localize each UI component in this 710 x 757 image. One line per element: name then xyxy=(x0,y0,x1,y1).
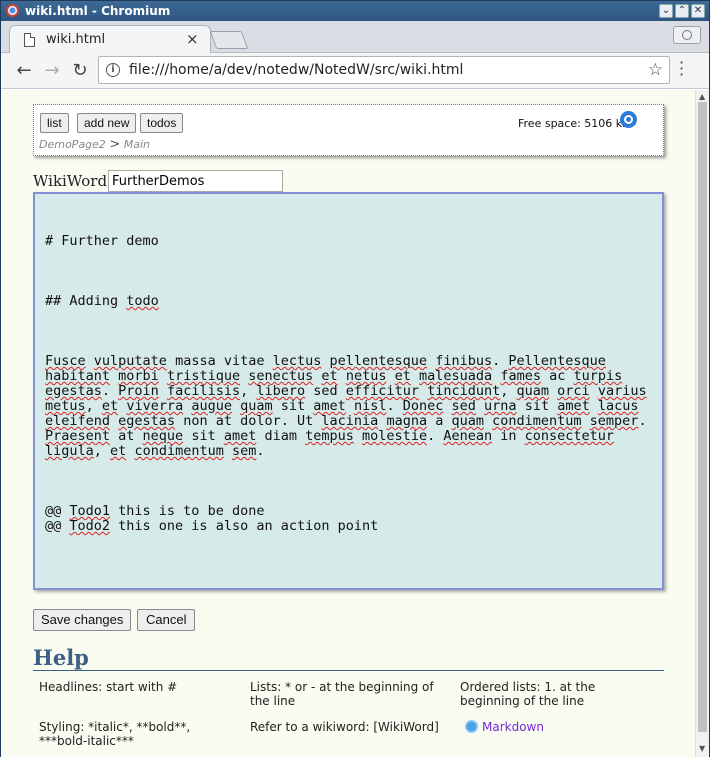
help-heading: Help xyxy=(33,645,664,671)
todo-line: @@ Todo1 this is to be done xyxy=(45,503,265,519)
scroll-up-icon[interactable]: ▲ xyxy=(699,92,705,101)
add-new-button[interactable]: add new xyxy=(77,113,137,133)
markdown-icon xyxy=(465,720,478,733)
page-viewport: list add new todos Free space: 5106 kB D… xyxy=(1,90,695,757)
breadcrumb-current[interactable]: Main xyxy=(124,138,150,151)
help-refer: Refer to a wikiword: [WikiWord] xyxy=(250,720,439,734)
profile-button[interactable] xyxy=(673,26,701,44)
editor-todos: @@ Todo1 this is to be done @@ Todo2 this… xyxy=(45,504,652,534)
back-arrow-icon[interactable]: ← xyxy=(13,60,35,81)
wiki-toolbar: list add new todos Free space: 5106 kB D… xyxy=(33,104,664,156)
help-headlines: Headlines: start with # xyxy=(39,680,178,694)
bookmark-star-icon[interactable]: ☆ xyxy=(648,60,663,80)
markdown-link[interactable]: Markdown xyxy=(482,720,544,734)
url-text[interactable]: file:///home/a/dev/notedw/NotedW/src/wik… xyxy=(129,62,463,78)
tab-title: wiki.html xyxy=(46,32,106,47)
close-icon[interactable]: ✕ xyxy=(691,4,705,18)
list-button[interactable]: list xyxy=(40,113,69,133)
avatar-icon xyxy=(682,30,692,40)
cancel-button[interactable]: Cancel xyxy=(137,609,196,631)
menu-dots-icon[interactable]: · · · xyxy=(679,55,684,83)
title-bar: wiki.html - Chromium ⌄ ⌃ ✕ xyxy=(1,1,709,21)
breadcrumb: DemoPage2 > Main xyxy=(39,137,150,152)
help-markdown: Markdown xyxy=(465,720,665,734)
maximize-icon[interactable]: ⌃ xyxy=(675,4,689,18)
tab-strip: wiki.html × xyxy=(1,21,709,53)
help-lists: Lists: * or - at the beginning of the li… xyxy=(250,680,434,708)
help-styling: Styling: *italic*, **bold**, ***bold-ita… xyxy=(39,720,191,748)
forward-arrow-icon[interactable]: → xyxy=(41,60,63,81)
scrollbar-thumb[interactable] xyxy=(698,102,707,732)
save-changes-button[interactable]: Save changes xyxy=(33,609,132,631)
free-space-status: Free space: 5106 kB xyxy=(518,117,630,130)
editor-h1: # Further demo xyxy=(45,233,159,249)
todo-line: @@ Todo2 this one is also an action poin… xyxy=(45,518,379,534)
gear-icon[interactable] xyxy=(620,111,637,128)
chromium-icon xyxy=(6,4,19,17)
content-editor[interactable]: # Further demo ## Adding todo Fusce vulp… xyxy=(33,192,664,590)
browser-window: wiki.html - Chromium ⌄ ⌃ ✕ wiki.html × ←… xyxy=(0,0,710,757)
wikiword-label: WikiWord: xyxy=(33,172,113,190)
window-title: wiki.html - Chromium xyxy=(25,4,171,18)
browser-toolbar: ← → ↻ i file:///home/a/dev/notedw/NotedW… xyxy=(1,53,709,89)
scroll-down-icon[interactable]: ▼ xyxy=(699,744,705,753)
breadcrumb-separator: > xyxy=(109,137,121,152)
wikiword-input[interactable] xyxy=(108,170,283,192)
help-ordered-lists: Ordered lists: 1. at the beginning of th… xyxy=(460,680,596,708)
page-scrollbar[interactable]: ▲ ▼ xyxy=(695,90,709,757)
editor-h2: ## Adding todo xyxy=(45,293,159,309)
todos-button[interactable]: todos xyxy=(140,113,184,133)
new-tab-button[interactable] xyxy=(209,31,249,49)
address-bar[interactable]: i file:///home/a/dev/notedw/NotedW/src/w… xyxy=(98,56,670,84)
info-icon[interactable]: i xyxy=(106,63,120,77)
minimize-icon[interactable]: ⌄ xyxy=(659,4,673,18)
breadcrumb-parent[interactable]: DemoPage2 xyxy=(39,138,106,151)
tab-wiki[interactable]: wiki.html × xyxy=(9,25,211,53)
file-icon xyxy=(24,33,35,47)
reload-icon[interactable]: ↻ xyxy=(69,60,91,81)
tab-close-icon[interactable]: × xyxy=(186,30,199,48)
editor-paragraph: Fusce vulputate massa vitae lectus pelle… xyxy=(45,353,655,459)
